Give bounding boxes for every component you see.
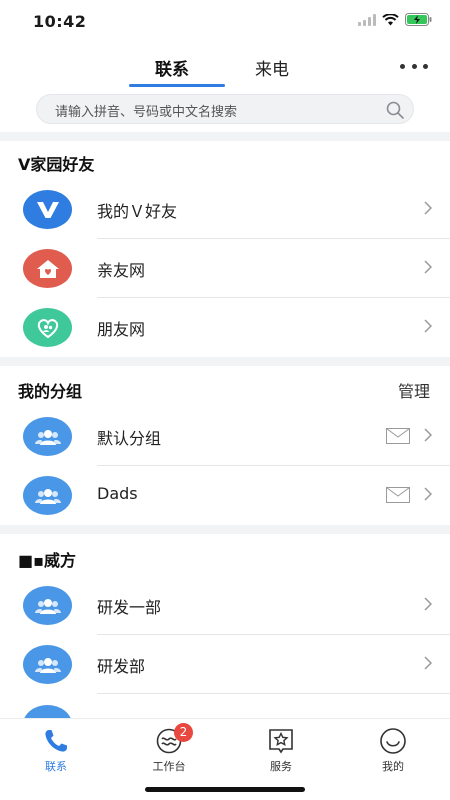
top-tabs: 联系 来电 bbox=[0, 44, 450, 90]
signal-icon bbox=[358, 13, 376, 26]
wifi-icon bbox=[382, 13, 399, 25]
list-item-label: 默认分组 bbox=[97, 429, 162, 448]
list-item-label: Dads bbox=[97, 484, 138, 503]
notification-badge: 2 bbox=[174, 723, 193, 742]
nav-profile[interactable]: 我的 bbox=[363, 727, 423, 774]
chevron-right-icon bbox=[424, 428, 432, 442]
chevron-right-icon bbox=[424, 319, 432, 333]
search-placeholder: 请输入拼音、号码或中文名搜索 bbox=[55, 105, 238, 120]
star-bookmark-icon bbox=[251, 727, 311, 755]
list-item-dads-group[interactable]: Dads bbox=[0, 466, 450, 525]
smile-icon bbox=[363, 727, 423, 755]
list-item-rd-dept[interactable]: 研发部 bbox=[0, 635, 450, 694]
nav-label: 联系 bbox=[45, 760, 67, 773]
section-gap bbox=[0, 525, 450, 534]
section-title-groups: 我的分组 bbox=[18, 382, 83, 401]
tab-calls[interactable]: 来电 bbox=[255, 55, 289, 80]
group-icon bbox=[23, 645, 72, 684]
group-icon bbox=[23, 476, 72, 515]
list-item-label: 研发部 bbox=[97, 657, 146, 676]
status-bar: 10:42 bbox=[0, 0, 450, 44]
list-item-label: 我的Ｖ好友 bbox=[97, 202, 178, 221]
list-item-label: 亲友网 bbox=[97, 261, 146, 280]
nav-contacts[interactable]: 联系 bbox=[26, 727, 86, 774]
more-dot bbox=[400, 64, 405, 69]
list-item-label: 研发一部 bbox=[97, 598, 162, 617]
more-options-button[interactable] bbox=[400, 64, 428, 70]
chevron-right-icon bbox=[424, 260, 432, 274]
tab-contacts[interactable]: 联系 bbox=[155, 55, 189, 80]
chevron-right-icon bbox=[424, 597, 432, 611]
house-heart-icon bbox=[23, 249, 72, 288]
more-dot bbox=[411, 64, 417, 69]
active-tab-indicator bbox=[129, 84, 225, 87]
battery-charging-icon bbox=[405, 13, 432, 26]
mail-icon[interactable] bbox=[386, 428, 410, 444]
section-title-org: ■▪威方 bbox=[18, 551, 76, 570]
nav-services[interactable]: 服务 bbox=[251, 727, 311, 774]
more-dot bbox=[423, 64, 428, 69]
status-icons bbox=[358, 13, 432, 26]
nav-workbench[interactable]: 2 工作台 bbox=[139, 723, 199, 774]
list-item-rd-dept-1[interactable]: 研发一部 bbox=[0, 576, 450, 635]
group-icon bbox=[23, 586, 72, 625]
list-item-relatives-network[interactable]: 亲友网 bbox=[0, 239, 450, 298]
status-time: 10:42 bbox=[33, 12, 87, 31]
friends-heart-icon bbox=[23, 308, 72, 347]
section-gap bbox=[0, 132, 450, 141]
row-divider bbox=[97, 693, 450, 694]
list-item-friends-network[interactable]: 朋友网 bbox=[0, 298, 450, 357]
mail-icon[interactable] bbox=[386, 487, 410, 503]
nav-label: 工作台 bbox=[152, 760, 186, 773]
chevron-right-icon bbox=[424, 201, 432, 215]
list-item-default-group[interactable]: 默认分组 bbox=[0, 407, 450, 466]
group-icon bbox=[23, 417, 72, 456]
chevron-right-icon bbox=[424, 487, 432, 501]
search-input[interactable]: 请输入拼音、号码或中文名搜索 bbox=[36, 94, 414, 124]
section-title-vfriends: V家园好友 bbox=[18, 155, 95, 174]
manage-groups-button[interactable]: 管理 bbox=[398, 378, 430, 402]
nav-label: 我的 bbox=[382, 760, 404, 773]
phone-icon bbox=[26, 727, 86, 755]
section-gap bbox=[0, 357, 450, 366]
home-indicator bbox=[145, 787, 305, 792]
search-icon[interactable] bbox=[385, 100, 405, 120]
v-logo-icon bbox=[23, 190, 72, 229]
chevron-right-icon bbox=[424, 656, 432, 670]
nav-label: 服务 bbox=[270, 760, 292, 773]
list-item-my-v-friends[interactable]: 我的Ｖ好友 bbox=[0, 180, 450, 239]
list-item-label: 朋友网 bbox=[97, 320, 146, 339]
